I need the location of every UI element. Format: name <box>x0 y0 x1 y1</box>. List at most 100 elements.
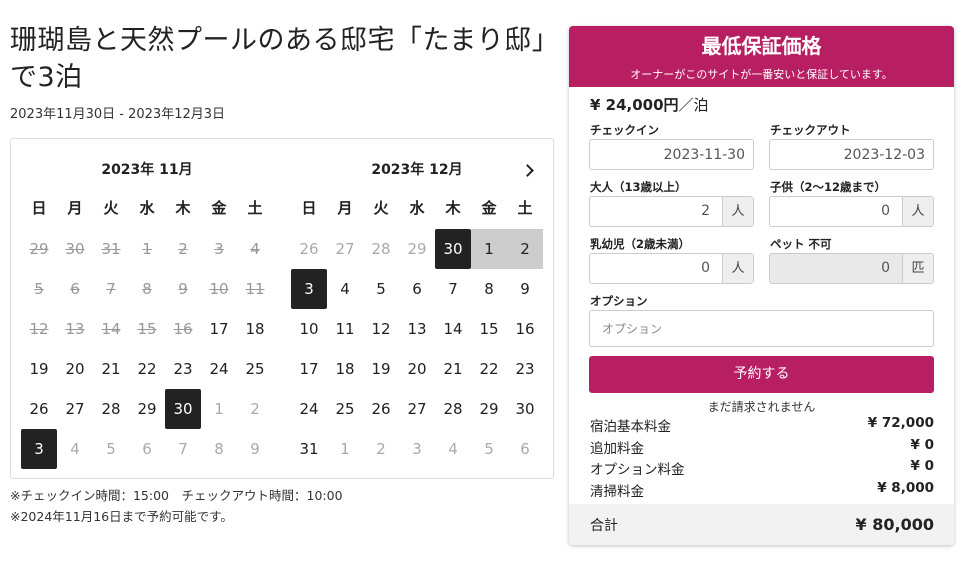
calendar-day[interactable]: 1 <box>471 229 507 269</box>
calendar-day[interactable]: 5 <box>363 269 399 309</box>
infants-label: 乳幼児（2歳未満） <box>590 237 691 251</box>
calendar-day: 4 <box>250 240 260 258</box>
calendar-day: 29 <box>29 240 49 258</box>
calendar-day[interactable]: 29 <box>471 389 507 429</box>
fee-label: オプション料金 <box>590 462 685 478</box>
calendar-day[interactable]: 11 <box>327 309 363 349</box>
calendar-day[interactable]: 28 <box>435 389 471 429</box>
calendar-day[interactable]: 18 <box>327 349 363 389</box>
children-value[interactable]: 0 <box>770 197 902 226</box>
booking-notes: ※チェックイン時間：15:00 チェックアウト時間：10:00 ※2024年11… <box>10 485 343 527</box>
calendar-day[interactable]: 12 <box>363 309 399 349</box>
fee-row: 追加料金 ¥ 0 <box>590 437 934 457</box>
infants-field[interactable]: 0 人 <box>589 253 754 284</box>
date-range: 2023年11月30日 - 2023年12月3日 <box>10 107 226 122</box>
fee-row: 清掃料金 ¥ 8,000 <box>590 480 934 500</box>
infants-value[interactable]: 0 <box>590 254 722 283</box>
option-input[interactable]: オプション <box>589 310 934 347</box>
calendar-day[interactable]: 10 <box>291 309 327 349</box>
adults-value[interactable]: 2 <box>590 197 722 226</box>
fee-amount: ¥ 0 <box>910 458 935 474</box>
weekday-header: 日 月 火 水 木 金 土 <box>21 197 273 218</box>
nightly-price: ¥ 24,000円／泊 <box>590 94 709 115</box>
fee-amount: ¥ 0 <box>910 437 935 453</box>
calendar-day[interactable]: 15 <box>471 309 507 349</box>
calendar-day[interactable]: 28 <box>93 389 129 429</box>
calendar-day[interactable]: 3 <box>21 429 57 469</box>
calendar-day[interactable]: 14 <box>435 309 471 349</box>
adults-field[interactable]: 2 人 <box>589 196 754 227</box>
calendar-day[interactable]: 21 <box>435 349 471 389</box>
children-label: 子供（2〜12歳まで） <box>770 180 887 194</box>
calendar-day: 6 <box>520 440 530 458</box>
calendar-day[interactable]: 23 <box>507 349 543 389</box>
checkin-times-note: ※チェックイン時間：15:00 チェックアウト時間：10:00 <box>10 488 343 503</box>
booking-deadline-note: ※2024年11月16日まで予約可能です。 <box>10 509 233 524</box>
fee-label: 清掃料金 <box>590 484 644 500</box>
fee-amount: ¥ 72,000 <box>867 415 934 431</box>
banner-subtitle: オーナーがこのサイトが一番安いと保証しています。 <box>630 68 893 81</box>
checkout-field[interactable]: 2023-12-03 <box>769 139 934 170</box>
calendar-day[interactable]: 19 <box>363 349 399 389</box>
calendar-day: 10 <box>209 280 229 298</box>
checkout-label: チェックアウト <box>770 123 851 137</box>
calendar-day: 9 <box>178 280 188 298</box>
pets-value: 0 <box>881 260 890 276</box>
calendar-day[interactable]: 25 <box>327 389 363 429</box>
calendar-day[interactable]: 2 <box>507 229 543 269</box>
adults-label: 大人（13歳以上） <box>590 180 687 194</box>
calendar-day: 8 <box>142 280 152 298</box>
fee-row: 宿泊基本料金 ¥ 72,000 <box>590 415 934 435</box>
checkin-field[interactable]: 2023-11-30 <box>589 139 754 170</box>
calendar-day[interactable]: 23 <box>165 349 201 389</box>
calendar-day[interactable]: 20 <box>57 349 93 389</box>
total-value: ¥ 80,000 <box>855 515 934 534</box>
calendar-day[interactable]: 24 <box>201 349 237 389</box>
calendar-day: 3 <box>214 240 224 258</box>
calendar-day[interactable]: 13 <box>399 309 435 349</box>
children-field[interactable]: 0 人 <box>769 196 934 227</box>
weekday-label: 金 <box>481 199 497 217</box>
calendar-day[interactable]: 22 <box>129 349 165 389</box>
calendar-day[interactable]: 4 <box>327 269 363 309</box>
calendar-day[interactable]: 18 <box>237 309 273 349</box>
weekday-label: 土 <box>247 199 263 217</box>
calendar-day[interactable]: 27 <box>57 389 93 429</box>
calendar-day: 7 <box>106 280 116 298</box>
calendar-day: 29 <box>407 240 427 258</box>
calendar-day[interactable]: 22 <box>471 349 507 389</box>
calendar-day[interactable]: 24 <box>291 389 327 429</box>
page-title: 珊瑚島と天然プールのある邸宅「たまり邸」で3泊 <box>10 25 546 93</box>
calendar-day[interactable]: 3 <box>291 269 327 309</box>
weekday-label: 金 <box>211 199 227 217</box>
calendar-day[interactable]: 27 <box>399 389 435 429</box>
calendar-day[interactable]: 26 <box>21 389 57 429</box>
month-title: 2023年 12月 <box>371 162 463 178</box>
total-row: 合計 ¥ 80,000 <box>569 504 954 545</box>
calendar-day[interactable]: 8 <box>471 269 507 309</box>
calendar-day[interactable]: 30 <box>435 229 471 269</box>
pets-label: ペット 不可 <box>770 237 832 251</box>
chevron-right-icon[interactable] <box>519 161 539 181</box>
calendar-day[interactable]: 31 <box>291 429 327 469</box>
reserve-button[interactable]: 予約する <box>589 356 934 393</box>
calendar-day[interactable]: 19 <box>21 349 57 389</box>
calendar-day[interactable]: 30 <box>165 389 201 429</box>
calendar-day[interactable]: 21 <box>93 349 129 389</box>
calendar-day[interactable]: 17 <box>201 309 237 349</box>
calendar-day[interactable]: 9 <box>507 269 543 309</box>
weekday-label: 火 <box>373 199 389 217</box>
calendar-day[interactable]: 17 <box>291 349 327 389</box>
calendar-day: 4 <box>448 440 458 458</box>
calendar-day[interactable]: 20 <box>399 349 435 389</box>
calendar-day[interactable]: 25 <box>237 349 273 389</box>
fee-label: 宿泊基本料金 <box>590 419 671 435</box>
calendar-day[interactable]: 6 <box>399 269 435 309</box>
calendar-day: 9 <box>250 440 260 458</box>
calendar-day[interactable]: 7 <box>435 269 471 309</box>
calendar-day[interactable]: 30 <box>507 389 543 429</box>
calendar-day[interactable]: 16 <box>507 309 543 349</box>
calendar-day[interactable]: 29 <box>129 389 165 429</box>
banner-title: 最低保証価格 <box>701 34 822 58</box>
calendar-day[interactable]: 26 <box>363 389 399 429</box>
